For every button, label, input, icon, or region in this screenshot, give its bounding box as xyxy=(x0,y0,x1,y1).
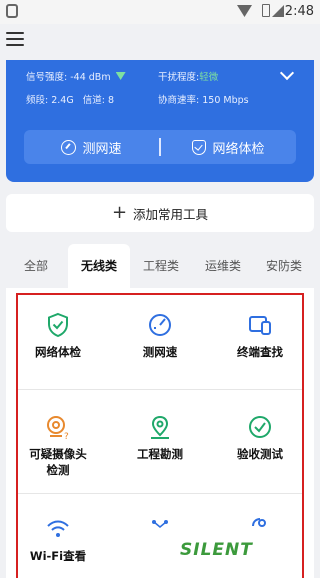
speedometer-icon xyxy=(149,314,171,336)
chevron-down-icon[interactable] xyxy=(279,65,295,81)
tool-acceptance-test[interactable]: 验收测试 xyxy=(212,414,308,462)
tool-device-finder[interactable]: 终端查找 xyxy=(212,312,308,360)
scan-icon xyxy=(252,518,266,527)
svg-text:?: ? xyxy=(64,432,69,440)
row-divider xyxy=(16,389,304,390)
tab-operations[interactable]: 运维类 xyxy=(192,244,254,288)
band-channel: 频段: 2.4G 信道: 8 xyxy=(26,95,115,106)
tool-site-survey[interactable]: 工程勘测 xyxy=(112,414,208,462)
app-indicator-icon xyxy=(6,4,18,18)
tab-all[interactable]: 全部 xyxy=(6,244,66,288)
camera-alert-icon: ? xyxy=(47,416,69,440)
network-status-card: 信号强度: -44 dBm 干扰程度:轻微 频段: 2.4G 信道: 8 协商速… xyxy=(6,60,314,182)
row-divider xyxy=(16,493,304,494)
watermark-logo: SILENT xyxy=(180,540,253,560)
tool-partial-2[interactable] xyxy=(212,516,308,542)
status-time: 2:48 xyxy=(284,4,314,19)
battery-icon xyxy=(262,4,270,17)
category-tabs: 全部 无线类 工程类 运维类 安防类 xyxy=(6,244,314,288)
tool-network-check[interactable]: 网络体检 xyxy=(10,312,106,360)
interference-level: 干扰程度:轻微 xyxy=(158,72,219,83)
map-pin-icon xyxy=(151,415,169,439)
network-check-button[interactable]: 网络体检 xyxy=(161,130,296,164)
status-bar: 2:48 xyxy=(0,0,320,24)
network-icon xyxy=(152,520,168,528)
wifi-icon xyxy=(47,520,69,537)
add-tool-button[interactable]: + 添加常用工具 xyxy=(6,194,314,232)
shield-check-icon xyxy=(48,312,68,338)
shield-check-icon xyxy=(192,139,207,155)
devices-icon xyxy=(249,316,271,335)
tab-wireless[interactable]: 无线类 xyxy=(68,244,130,288)
tool-speed-test[interactable]: 测网速 xyxy=(112,312,208,360)
wifi-status-icon xyxy=(237,5,252,17)
speedometer-icon xyxy=(61,139,77,155)
tab-security[interactable]: 安防类 xyxy=(254,244,314,288)
negotiated-rate: 协商速率: 150 Mbps xyxy=(158,95,249,106)
tool-camera-detect[interactable]: ? 可疑摄像头 检测 xyxy=(10,414,106,478)
plus-icon: + xyxy=(111,202,128,223)
tool-partial-1[interactable] xyxy=(112,516,208,542)
tool-wifi-view[interactable]: Wi-Fi查看 xyxy=(10,516,106,564)
tab-engineering[interactable]: 工程类 xyxy=(130,244,192,288)
signal-strength: 信号强度: -44 dBm xyxy=(26,69,126,83)
menu-icon[interactable] xyxy=(6,32,24,48)
speed-test-button[interactable]: 测网速 xyxy=(24,130,159,164)
cell-signal-icon xyxy=(272,5,284,17)
quick-actions: 测网速 网络体检 xyxy=(24,130,296,164)
wifi-signal-icon xyxy=(115,72,126,80)
check-circle-icon xyxy=(249,416,271,438)
